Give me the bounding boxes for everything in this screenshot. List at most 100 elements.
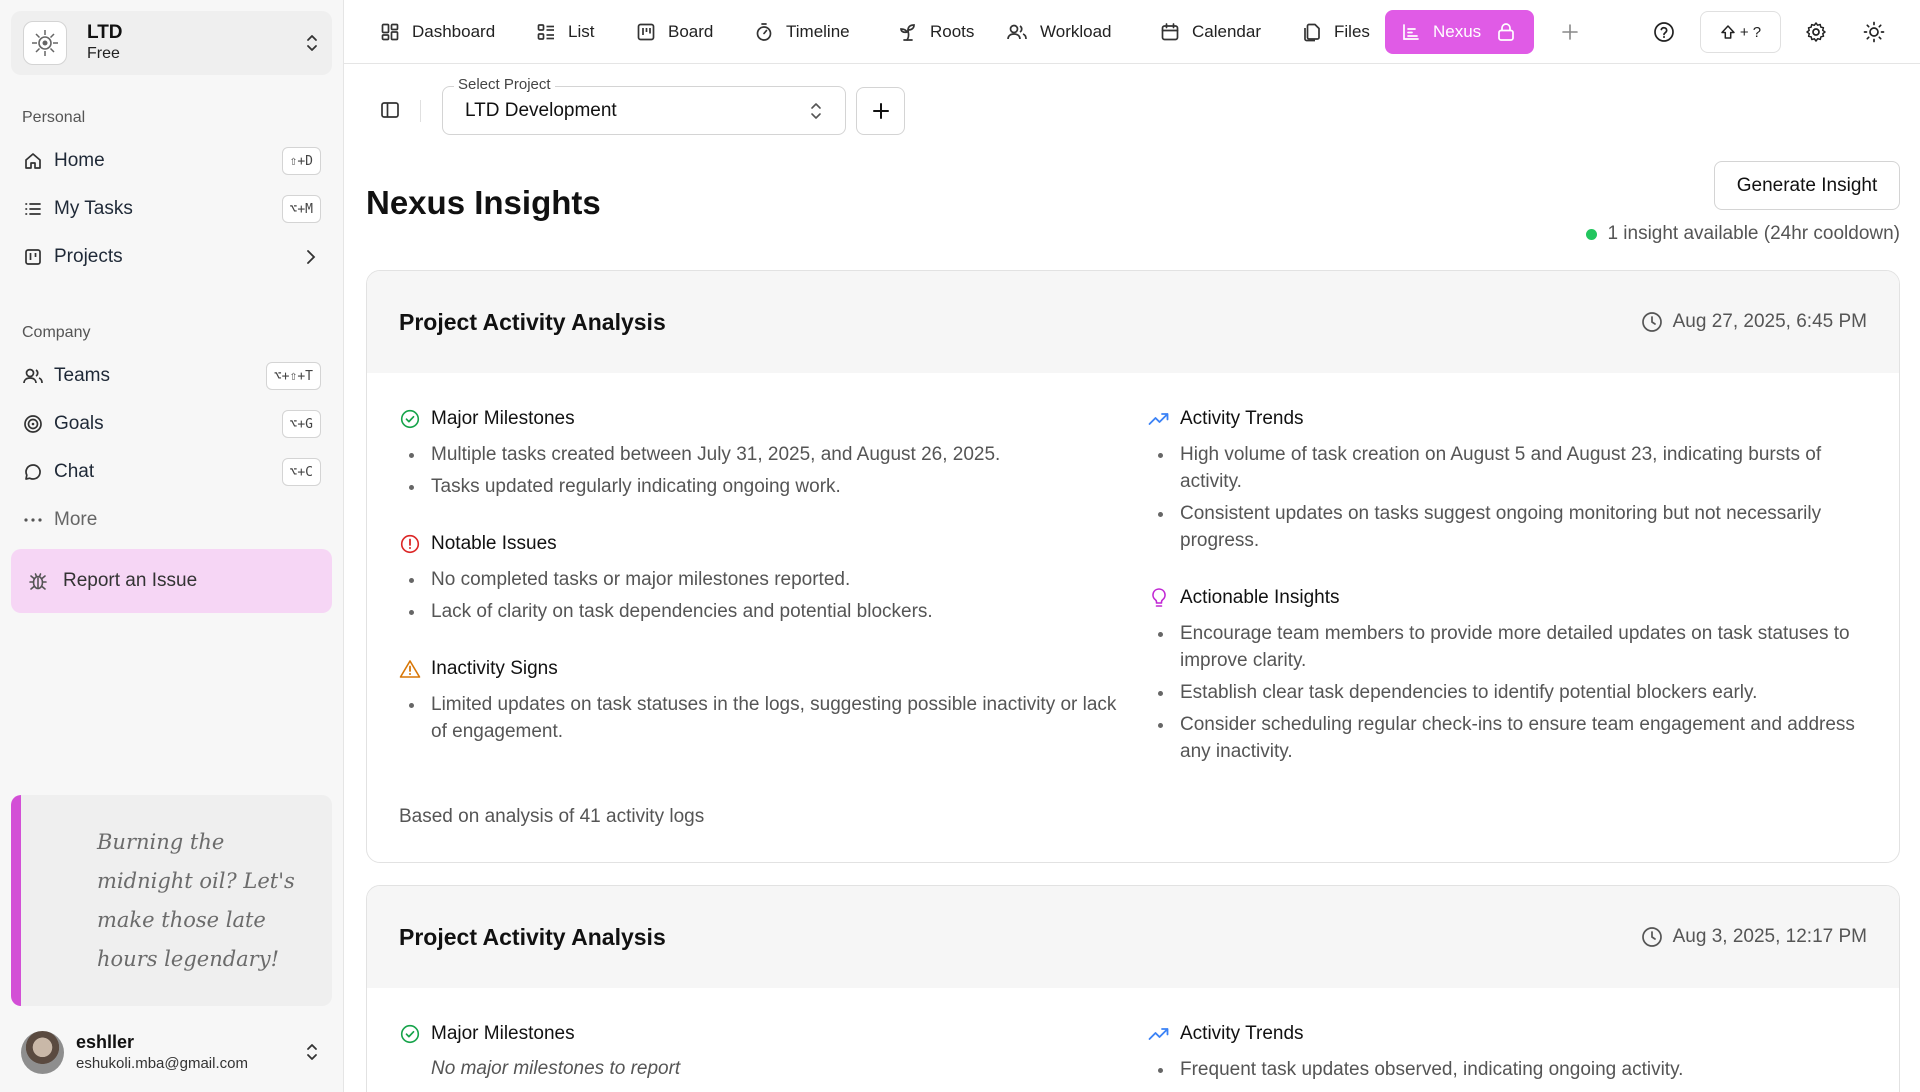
list-item: Establish clear task dependencies to ide…	[1158, 679, 1868, 706]
bug-icon	[27, 570, 49, 592]
project-select[interactable]: LTD Development	[442, 86, 846, 135]
sidebar-item-label: Home	[54, 150, 105, 171]
issues-section: Notable Issues No completed tasks or maj…	[399, 530, 1119, 625]
add-view-button[interactable]	[1550, 12, 1590, 52]
list-item: Frequent task updates observed, indicati…	[1158, 1056, 1868, 1083]
insight-timestamp: Aug 27, 2025, 6:45 PM	[1641, 311, 1867, 333]
section-heading: Major Milestones	[431, 408, 575, 429]
chevron-updown-icon	[304, 33, 320, 53]
workspace-logo-icon	[23, 21, 67, 65]
project-select-label: Select Project	[454, 76, 555, 93]
motivational-quote: Burning the midnight oil? Let's make tho…	[11, 795, 332, 1006]
actionable-section: Actionable Insights Encourage team membe…	[1148, 584, 1868, 765]
keyboard-shortcuts-button[interactable]: + ?	[1700, 11, 1781, 53]
sidebar-item-label: Goals	[54, 413, 104, 434]
trending-up-icon	[1148, 411, 1170, 427]
ellipsis-icon	[22, 509, 44, 531]
tab-workload[interactable]: Workload	[996, 10, 1122, 54]
calendar-icon	[1160, 22, 1180, 42]
sidebar-item-more[interactable]: More	[11, 498, 332, 542]
list-item: Encourage team members to provide more d…	[1158, 620, 1868, 674]
tab-label: Timeline	[786, 22, 850, 41]
chevron-right-icon	[306, 249, 316, 265]
tab-label: Nexus	[1433, 22, 1482, 41]
files-icon	[1302, 22, 1322, 42]
tab-label: Roots	[930, 22, 975, 41]
alert-circle-icon	[399, 534, 421, 554]
sidebar-item-teams[interactable]: Teams ⌥+⇧+T	[11, 354, 332, 398]
tab-list[interactable]: List	[526, 10, 604, 54]
report-issue-label: Report an Issue	[63, 570, 198, 591]
board-icon	[636, 22, 656, 42]
shortcut-badge: ⌥+⇧+T	[265, 362, 321, 390]
sun-icon	[1863, 21, 1885, 43]
users-icon	[22, 365, 44, 387]
generate-insight-button[interactable]: Generate Insight	[1714, 161, 1900, 210]
tab-board[interactable]: Board	[626, 10, 723, 54]
tab-label: Dashboard	[412, 22, 496, 41]
tab-files[interactable]: Files	[1292, 10, 1380, 54]
plus-icon	[1561, 23, 1579, 41]
shortcut-badge: ⇧+D	[281, 147, 321, 175]
panel-left-icon	[380, 100, 400, 120]
insight-timestamp-text: Aug 27, 2025, 6:45 PM	[1672, 311, 1867, 332]
dashboard-icon	[380, 22, 400, 42]
sidebar: LTD Free Personal Home ⇧+D My Tasks ⌥+M …	[0, 0, 344, 1092]
top-nav: Dashboard List Board Timeline Roots Work…	[344, 0, 1920, 64]
shortcut-badge: ⌥+G	[281, 410, 321, 438]
insight-right-column: Activity Trends Frequent task updates ob…	[1148, 1020, 1868, 1088]
settings-button[interactable]	[1796, 12, 1836, 52]
page-title: Nexus Insights	[366, 184, 601, 221]
gear-icon	[1805, 21, 1827, 43]
add-project-button[interactable]	[856, 87, 905, 135]
section-label-company: Company	[22, 324, 91, 341]
theme-toggle-button[interactable]	[1854, 12, 1894, 52]
workspace-plan: Free	[87, 45, 120, 62]
trending-up-icon	[1148, 1026, 1170, 1042]
divider	[420, 100, 421, 122]
shift-icon	[1720, 24, 1736, 40]
tab-label: Workload	[1040, 22, 1112, 41]
help-button[interactable]	[1644, 12, 1684, 52]
sidebar-item-projects[interactable]: Projects	[11, 235, 332, 279]
sidebar-item-goals[interactable]: Goals ⌥+G	[11, 402, 332, 446]
sidebar-item-label: Projects	[54, 246, 123, 267]
list-item: Consistent updates on tasks suggest ongo…	[1158, 500, 1868, 554]
tab-dashboard[interactable]: Dashboard	[370, 10, 505, 54]
inactivity-section: Inactivity Signs Limited updates on task…	[399, 655, 1119, 745]
stopwatch-icon	[754, 22, 774, 42]
insight-card: Project Activity Analysis Aug 27, 2025, …	[366, 270, 1900, 863]
warning-icon	[399, 659, 421, 679]
sidebar-item-label: Teams	[54, 365, 110, 386]
insight-card-header: Project Activity Analysis Aug 27, 2025, …	[367, 271, 1899, 373]
clock-icon	[1641, 926, 1663, 948]
user-menu[interactable]: eshller eshukoli.mba@gmail.com	[11, 1020, 332, 1084]
check-circle-icon	[399, 409, 421, 429]
users-icon	[1006, 22, 1028, 42]
shortcut-badge: ⌥+C	[281, 458, 321, 486]
tab-calendar[interactable]: Calendar	[1150, 10, 1271, 54]
chevron-updown-icon	[809, 101, 823, 121]
tab-label: List	[568, 22, 595, 41]
clock-icon	[1641, 311, 1663, 333]
tab-roots[interactable]: Roots	[888, 10, 984, 54]
workspace-name: LTD	[87, 22, 123, 43]
list-icon	[22, 198, 44, 220]
chevron-updown-icon	[304, 1042, 320, 1062]
sidebar-item-chat[interactable]: Chat ⌥+C	[11, 450, 332, 494]
report-issue-button[interactable]: Report an Issue	[11, 549, 332, 613]
sidebar-item-my-tasks[interactable]: My Tasks ⌥+M	[11, 187, 332, 231]
avatar	[21, 1030, 64, 1074]
workspace-switcher[interactable]: LTD Free	[11, 11, 332, 75]
list-icon	[536, 22, 556, 42]
user-email: eshukoli.mba@gmail.com	[76, 1055, 248, 1072]
insight-left-column: Major Milestones Multiple tasks created …	[399, 405, 1119, 750]
home-icon	[22, 150, 44, 172]
tab-timeline[interactable]: Timeline	[744, 10, 860, 54]
tab-nexus[interactable]: Nexus	[1385, 10, 1534, 54]
section-heading: Actionable Insights	[1180, 587, 1340, 608]
list-item: No completed tasks or major milestones r…	[409, 566, 1119, 593]
check-circle-icon	[399, 1024, 421, 1044]
sidebar-item-home[interactable]: Home ⇧+D	[11, 139, 332, 183]
sidebar-toggle-button[interactable]	[372, 90, 408, 130]
